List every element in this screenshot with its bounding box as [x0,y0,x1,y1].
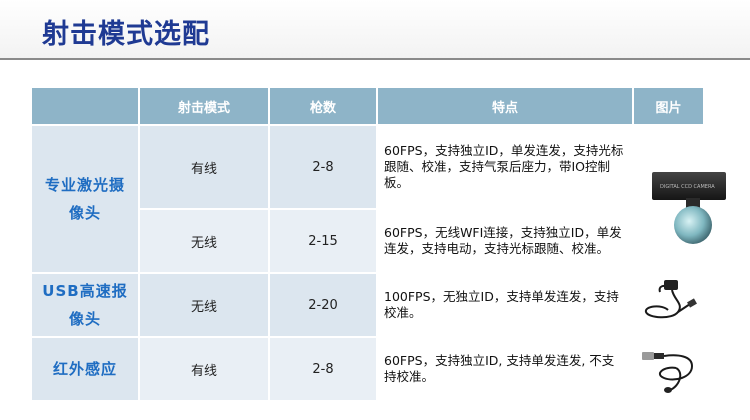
page-title: 射击模式选配 [42,19,210,50]
header-mode: 射击模式 [138,86,270,126]
camera-lens [674,206,712,244]
mode-cell: 有线 [138,124,270,210]
header-image: 图片 [632,86,705,126]
count-cell: 2-15 [268,208,378,274]
count-cell: 2-20 [268,272,378,338]
category-cell: 红外感应 [30,336,140,402]
features-cell: 60FPS，无线WFI连接，支持独立ID，单发连发，支持电动，支持光标跟随、校准… [376,208,634,274]
image-cell: DIGITAL CCD CAMERA [632,124,726,274]
header-features: 特点 [376,86,634,126]
title-divider [0,58,750,60]
category-label: 红外感应 [52,360,117,378]
infrared-sensor-image [642,352,694,393]
mode-cell: 无线 [138,208,270,274]
table-row: 红外感应 有线 2-8 60FPS，支持独立ID, 支持单发连发, 不支持校准。 [30,336,705,402]
table-row: 专业激光摄像头 有线 2-8 60FPS，支持独立ID，单发连发，支持光标跟随、… [30,124,726,274]
mode-cell: 有线 [138,336,270,402]
table-row: USB高速报像头 无线 2-20 100FPS，无独立ID，支持单发连发，支持校… [30,272,705,338]
shooting-mode-table: 射击模式 枪数 特点 图片 专业激光摄像头 有线 2-8 60FPS，支持独立I… [30,86,726,402]
count-cell: 2-8 [268,336,378,402]
header-category [30,86,140,126]
image-cell [632,272,705,338]
features-cell: 60FPS，支持独立ID，单发连发，支持光标跟随、校准，支持气泵后座力，带IO控… [376,124,634,210]
count-cell: 2-8 [268,124,378,210]
image-cell [632,336,705,402]
mode-cell: 无线 [138,272,270,338]
header-count: 枪数 [268,86,378,126]
category-cell: USB高速报像头 [30,272,140,338]
camera-label: DIGITAL CCD CAMERA [660,184,715,190]
camera-image: DIGITAL CCD CAMERA [652,172,726,200]
category-cell: 专业激光摄像头 [30,124,140,274]
usb-camera-image [644,280,697,319]
features-cell: 60FPS，支持独立ID, 支持单发连发, 不支持校准。 [376,336,634,402]
category-label: 专业激光摄像头 [45,176,126,222]
table-header-row: 射击模式 枪数 特点 图片 [30,86,705,126]
category-label: USB高速报像头 [42,282,128,328]
features-cell: 100FPS，无独立ID，支持单发连发，支持校准。 [376,272,634,338]
